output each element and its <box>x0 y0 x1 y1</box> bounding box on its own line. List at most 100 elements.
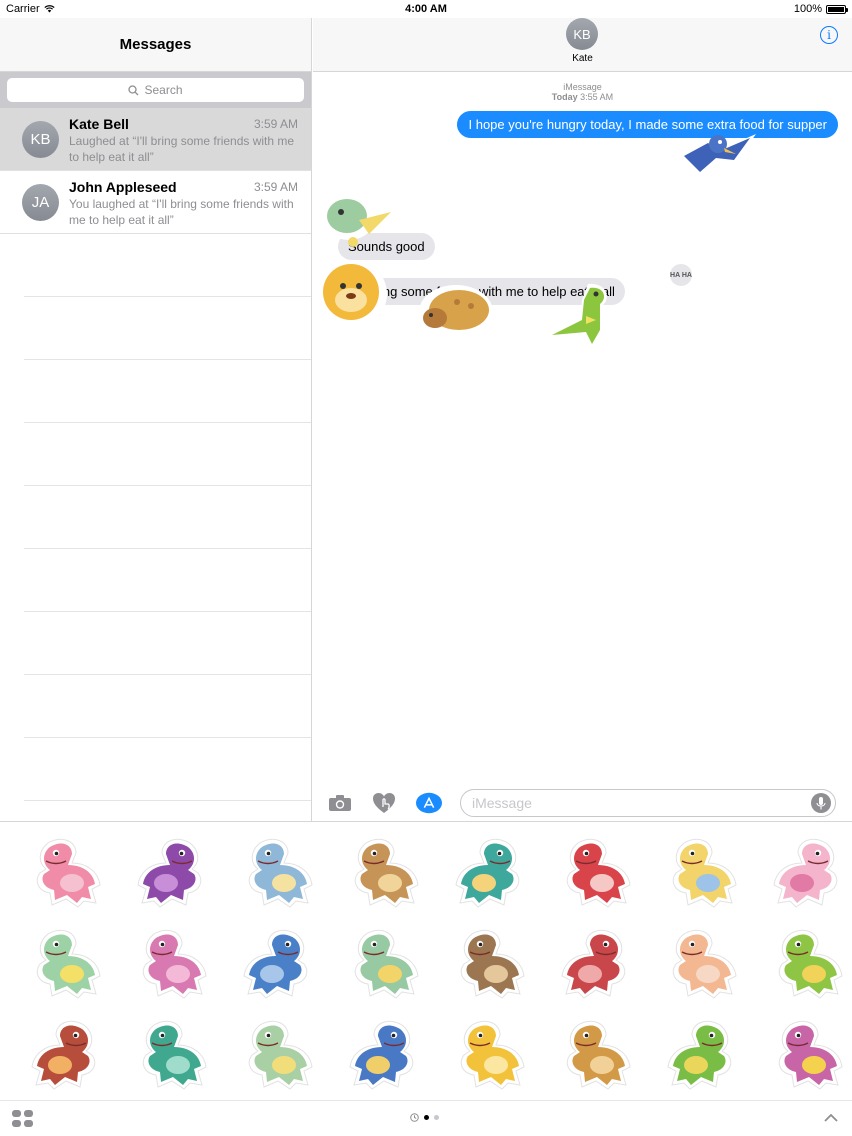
pink-pachycephalosaurus-sticker[interactable] <box>24 830 108 914</box>
green-stegosaurus-sticker[interactable] <box>342 921 426 1005</box>
pink-parasaurolophus-icon <box>142 929 207 999</box>
green-spinosaurus-icon <box>778 929 843 999</box>
contact-name[interactable]: Kate <box>313 53 852 64</box>
conversation-preview: Laughed at “I'll bring some friends with… <box>69 134 295 164</box>
blue-pterodactyl-sticker[interactable] <box>678 122 758 178</box>
page-dot[interactable] <box>424 1115 429 1120</box>
empty-list-row <box>24 612 311 675</box>
green-dino-yellow-crest-sticker[interactable] <box>24 921 108 1005</box>
avatar: JA <box>22 184 59 221</box>
conversation-row-kate-bell[interactable]: KB Kate Bell 3:59 AM Laughed at “I'll br… <box>0 108 311 171</box>
message-input[interactable]: iMessage <box>460 789 836 817</box>
yellow-triceratops-sticker[interactable] <box>448 1012 532 1096</box>
green-dino-icon <box>667 1020 732 1090</box>
page-dot[interactable] <box>434 1115 439 1120</box>
status-bar: Carrier 4:00 AM 100% <box>0 0 852 18</box>
blue-brachiosaurus-icon <box>243 929 308 999</box>
pink-longneck-icon <box>773 838 838 908</box>
status-right: 100% <box>793 3 848 15</box>
green-spinosaurus-sticker[interactable] <box>766 921 850 1005</box>
yellow-pteranodon-sticker[interactable] <box>660 830 744 914</box>
brown-trex-sticker[interactable] <box>448 921 532 1005</box>
green-pterosaur-icon <box>248 1020 313 1090</box>
battery-fill <box>828 6 844 12</box>
battery-icon <box>826 4 848 14</box>
orange-ankylosaurus-sticker[interactable] <box>554 1012 638 1096</box>
camera-icon[interactable] <box>327 791 353 815</box>
messages-title: Messages <box>119 36 192 53</box>
message-meta: iMessage Today 3:55 AM <box>313 82 852 102</box>
blue-dilophosaurus-icon <box>349 1020 414 1090</box>
empty-list-row <box>24 234 311 297</box>
peach-dino-sticker[interactable] <box>660 921 744 1005</box>
outgoing-message-bubble[interactable]: I hope you're hungry today, I made some … <box>457 111 838 138</box>
search-bar: Search <box>0 72 311 108</box>
empty-list-row <box>24 738 311 801</box>
green-pterosaur-sticker[interactable] <box>236 1012 320 1096</box>
orange-ankylosaurus-icon <box>566 1020 631 1090</box>
red-brown-allosaurus-icon <box>31 1020 96 1090</box>
red-brown-allosaurus-sticker[interactable] <box>24 1012 108 1096</box>
avatar: KB <box>22 121 59 158</box>
microphone-icon[interactable] <box>811 793 831 813</box>
red-triceratops-icon <box>566 838 631 908</box>
teal-longneck-sticker[interactable] <box>130 1012 214 1096</box>
service-label: iMessage <box>563 82 602 92</box>
green-dino-sticker[interactable] <box>660 1012 744 1096</box>
contact-avatar[interactable]: KB <box>566 18 598 50</box>
haha-tapback-badge: HA HA <box>668 262 694 288</box>
conversation-time: 3:59 AM <box>253 180 298 194</box>
conversation-time: 3:59 AM <box>253 117 298 131</box>
wifi-icon <box>44 5 55 13</box>
pink-parasaurolophus-sticker[interactable] <box>130 921 214 1005</box>
empty-list-row <box>24 423 311 486</box>
green-stegosaurus-icon <box>354 929 419 999</box>
recents-clock-icon <box>410 1113 419 1122</box>
yellow-pteranodon-icon <box>672 838 737 908</box>
tapback-label: HA HA <box>670 271 692 279</box>
page-indicator[interactable] <box>410 1113 439 1122</box>
conversation-pane: KB Kate i iMessage Today 3:55 AM I hope … <box>313 18 852 821</box>
status-time: 4:00 AM <box>405 3 447 15</box>
empty-list-row <box>24 360 311 423</box>
info-icon[interactable]: i <box>820 26 838 44</box>
conversation-name: Kate Bell <box>69 116 129 132</box>
teal-longneck-icon <box>142 1020 207 1090</box>
brown-raptor-icon <box>354 838 419 908</box>
blue-dilophosaurus-sticker[interactable] <box>342 1012 426 1096</box>
composer-bar: iMessage <box>313 785 852 821</box>
chevron-up-icon[interactable] <box>822 1109 840 1127</box>
search-placeholder: Search <box>144 83 183 97</box>
conversation-preview: You laughed at “I'll bring some friends … <box>69 197 294 227</box>
yellow-triceratops-icon <box>460 1020 525 1090</box>
pink-longneck-sticker[interactable] <box>766 830 850 914</box>
lion-sticker[interactable] <box>317 258 389 330</box>
digital-touch-icon[interactable] <box>371 791 397 815</box>
brown-raptor-sticker[interactable] <box>342 830 426 914</box>
purple-pterosaur-sticker[interactable] <box>130 830 214 914</box>
green-dinosaur-sticker[interactable] <box>540 280 622 352</box>
conversation-name: John Appleseed <box>69 179 177 195</box>
red-trex-sticker[interactable] <box>554 921 638 1005</box>
app-store-icon[interactable] <box>416 791 442 815</box>
ankylosaurus-sticker[interactable] <box>417 282 495 340</box>
drawer-bottom-bar <box>0 1100 852 1136</box>
blue-raptor-sticker[interactable] <box>236 830 320 914</box>
empty-list-row <box>24 297 311 360</box>
red-triceratops-sticker[interactable] <box>554 830 638 914</box>
battery-percent: 100% <box>793 3 822 15</box>
purple-pink-dino-sticker[interactable] <box>766 1012 850 1096</box>
conversation-row-john-appleseed[interactable]: JA John Appleseed 3:59 AM You laughed at… <box>0 171 311 234</box>
empty-list-row <box>24 675 311 738</box>
empty-rows <box>0 234 311 801</box>
purple-pterosaur-icon <box>137 838 202 908</box>
conversation-list-pane: Messages Search KB Kate Bell 3:59 AM Lau… <box>0 18 312 821</box>
app-drawer-icon[interactable] <box>12 1110 34 1128</box>
red-trex-icon <box>561 929 626 999</box>
brown-trex-icon <box>460 929 525 999</box>
green-pterosaur-sticker[interactable] <box>319 190 393 250</box>
blue-brachiosaurus-sticker[interactable] <box>236 921 320 1005</box>
teal-trex-sticker[interactable] <box>448 830 532 914</box>
pager-dots <box>424 1115 439 1120</box>
search-input[interactable]: Search <box>7 78 304 102</box>
